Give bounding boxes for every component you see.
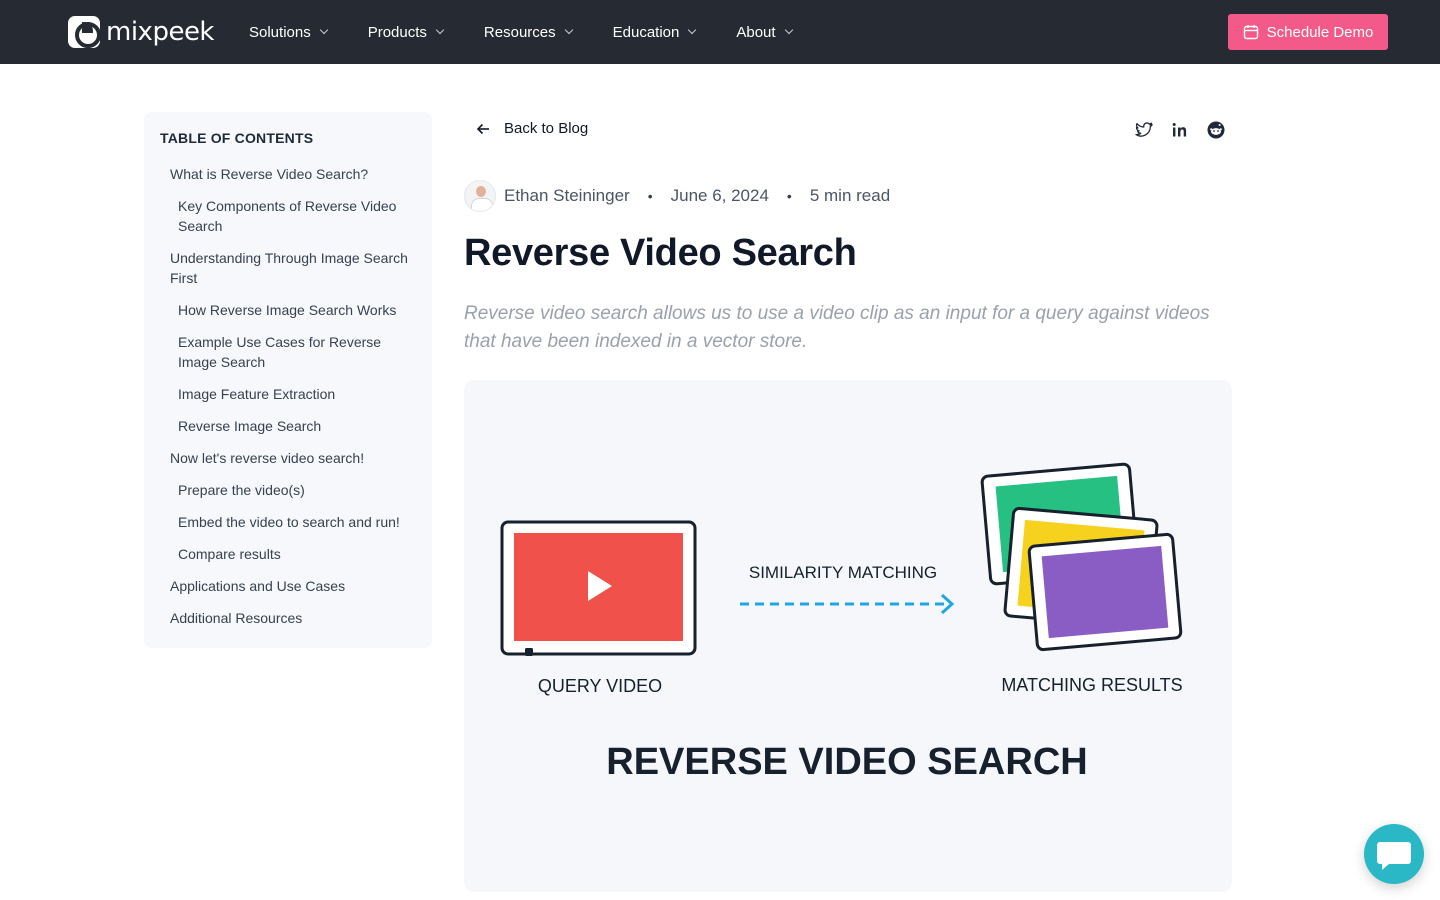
nav-about[interactable]: About [736,23,793,41]
toc-title: TABLE OF CONTENTS [160,130,314,146]
meta-separator: • [647,188,653,204]
reverse-video-search-illustration: QUERY VIDEO SIMILARITY MATCHING MATCHING… [500,462,1183,783]
arrow-left-icon [476,123,489,134]
toc-item[interactable]: Reverse Image Search [160,416,416,436]
mixpeek-logo[interactable]: mixpeek [68,16,215,48]
toc-list: What is Reverse Video Search? Key Compon… [160,164,416,628]
logo-icon [68,16,101,48]
logo-text: mixpeek [106,17,215,47]
nav-products[interactable]: Products [367,23,445,41]
nav-solutions[interactable]: Solutions [249,23,328,41]
post-excerpt: Reverse video search allows us to use a … [464,303,1210,352]
chat-bubble-icon [1377,842,1411,870]
back-to-blog-label: Back to Blog [504,120,589,137]
hero-image: QUERY VIDEO SIMILARITY MATCHING MATCHING… [464,380,1232,892]
toc-item[interactable]: Applications and Use Cases [160,576,416,596]
nav-label: Products [367,23,427,41]
query-video-label: QUERY VIDEO [538,676,662,696]
nav-label: About [736,23,776,41]
similarity-label: SIMILARITY MATCHING [749,563,937,582]
chevron-down-icon [784,25,793,35]
result-card-purple [1027,532,1183,652]
toc-item[interactable]: What is Reverse Video Search? [160,164,416,184]
table-of-contents: TABLE OF CONTENTS What is Reverse Video … [144,112,432,648]
schedule-demo-label: Schedule Demo [1266,23,1374,41]
toc-item[interactable]: Compare results [160,544,416,564]
toc-item[interactable]: Key Components of Reverse Video Search [160,196,416,236]
author-avatar [464,180,496,212]
read-time: 5 min read [809,186,891,205]
toc-item[interactable]: Prepare the video(s) [160,480,416,500]
chevron-down-icon [319,25,328,35]
calendar-icon [1243,25,1258,40]
toc-item[interactable]: Embed the video to search and run! [160,512,416,532]
author-name[interactable]: Ethan Steininger [504,186,630,206]
toc-item[interactable]: Additional Resources [160,608,416,628]
meta-separator: • [786,188,792,204]
back-to-blog-link[interactable]: Back to Blog [476,120,588,137]
schedule-demo-button[interactable]: Schedule Demo [1228,14,1388,50]
matching-results-label: MATCHING RESULTS [1001,675,1182,695]
toc-item[interactable]: Example Use Cases for Reverse Image Sear… [160,332,416,372]
toc-item[interactable]: Understanding Through Image Search First [160,248,416,288]
nav-label: Solutions [249,23,311,41]
main-nav: Solutions Products Resources Education A… [249,0,793,64]
nav-resources[interactable]: Resources [483,23,573,41]
progress-marker [525,648,533,656]
toc-item[interactable]: How Reverse Image Search Works [160,300,416,320]
reddit-icon[interactable] [1206,120,1226,140]
nav-education[interactable]: Education [612,23,697,41]
nav-label: Resources [483,23,556,41]
chevron-down-icon [435,25,445,35]
chevron-down-icon [564,25,573,35]
toc-item[interactable]: Image Feature Extraction [160,384,416,404]
hero-headline: REVERSE VIDEO SEARCH [606,741,1087,783]
linkedin-icon[interactable] [1170,120,1190,140]
post-title: Reverse Video Search [464,232,857,274]
chat-widget-button[interactable] [1364,824,1424,884]
top-navbar: mixpeek Solutions Products Resources Edu… [0,0,1440,64]
post-date: June 6, 2024 [670,186,769,205]
twitter-icon[interactable] [1134,120,1154,140]
post-meta: Ethan Steininger • June 6, 2024 • 5 min … [464,180,890,212]
chevron-down-icon [688,25,697,35]
nav-label: Education [612,23,680,41]
toc-item[interactable]: Now let's reverse video search! [160,448,416,468]
